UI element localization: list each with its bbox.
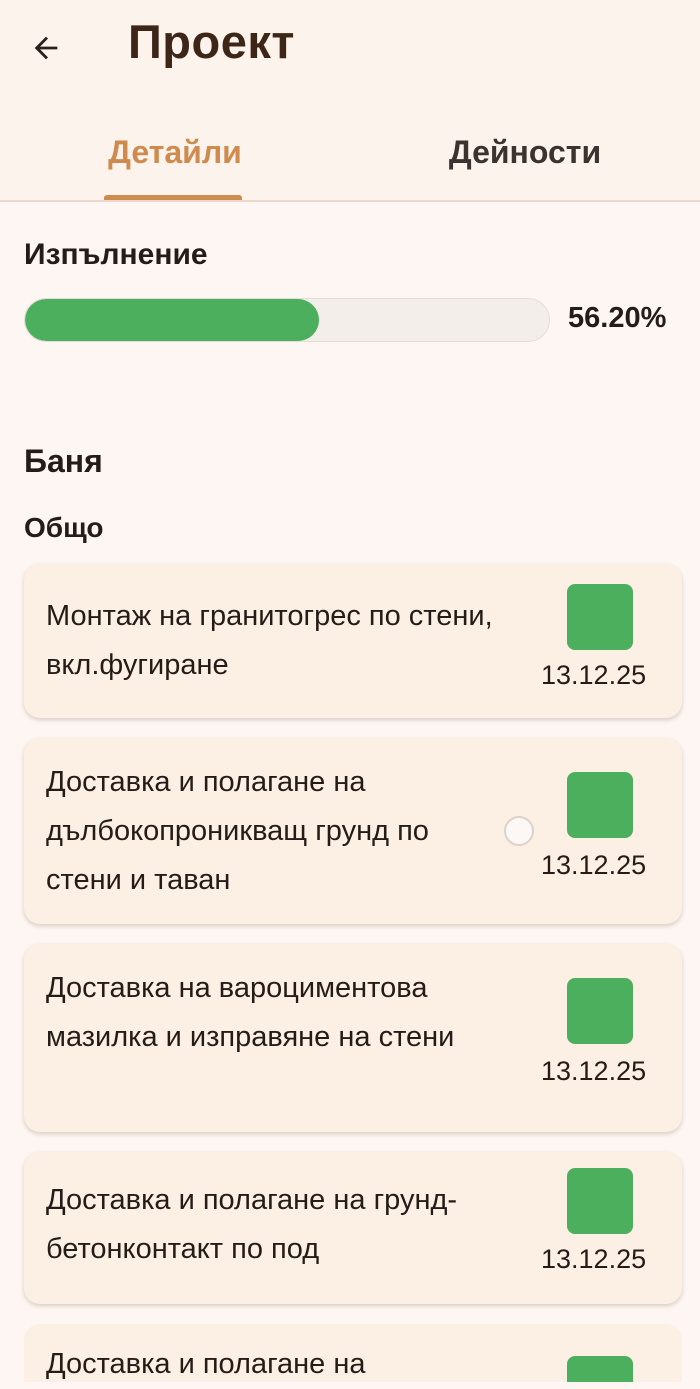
group-title: Общо (24, 512, 104, 543)
task-title: Доставка на вароциментова мазилка и изпр… (46, 972, 455, 1053)
task-date: 13.12.25 (541, 850, 647, 880)
page-title: Проект (128, 15, 295, 68)
active-tab-indicator (104, 195, 242, 200)
app-bar: Проект (0, 0, 700, 96)
task-done-checkbox[interactable] (567, 772, 633, 838)
task-date: 13.12.25 (541, 660, 647, 690)
task-title: Монтаж на гранитогрес по стени, вкл.фуги… (46, 600, 493, 681)
task-date: 13.12.25 (541, 1244, 647, 1274)
task-date: 13.12.25 (541, 1056, 647, 1086)
progress-bar (24, 298, 550, 342)
tab-activities-label: Дейности (448, 133, 602, 170)
task-done-checkbox[interactable] (567, 1168, 633, 1234)
tab-details[interactable]: Детайли (0, 96, 350, 200)
task-card[interactable]: Доставка и полагане на (24, 1324, 682, 1382)
task-card[interactable]: Доставка и полагане на грунд-бетонконтак… (24, 1152, 682, 1304)
task-title: Доставка и полагане на дълбокопроникващ … (46, 766, 429, 896)
task-card[interactable]: Доставка на вароциментова мазилка и изпр… (24, 944, 682, 1132)
task-done-checkbox[interactable] (567, 1356, 633, 1382)
task-card[interactable]: Доставка и полагане на дълбокопроникващ … (24, 738, 682, 924)
section-title: Баня (24, 443, 103, 479)
task-done-checkbox[interactable] (567, 584, 633, 650)
progress-value: 56.20% (568, 302, 667, 334)
task-title: Доставка и полагане на грунд-бетонконтак… (46, 1184, 458, 1265)
back-button[interactable] (22, 24, 70, 72)
progress-bar-fill (25, 299, 320, 341)
task-done-checkbox[interactable] (567, 978, 633, 1044)
tab-bar: Детайли Дейности (0, 96, 700, 202)
tab-details-label: Детайли (108, 133, 242, 170)
arrow-left-icon (34, 36, 58, 60)
tab-activities[interactable]: Дейности (350, 96, 700, 200)
task-radio-button[interactable] (504, 816, 534, 846)
progress-label: Изпълнение (24, 238, 208, 271)
task-card[interactable]: Монтаж на гранитогрес по стени, вкл.фуги… (24, 564, 682, 718)
